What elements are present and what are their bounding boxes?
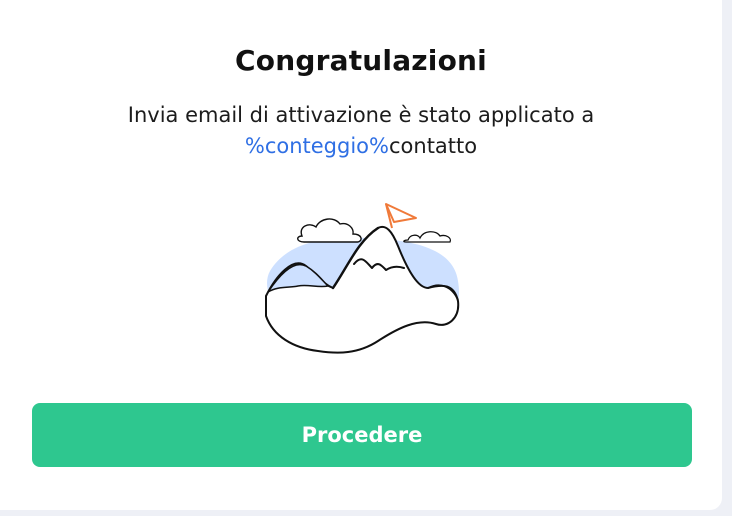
dialog-title: Congratulazioni: [235, 44, 487, 77]
success-dialog: Congratulazioni Invia email di attivazio…: [0, 0, 722, 510]
mountain-summit-illustration: [258, 196, 468, 366]
message-suffix: contatto: [388, 134, 478, 158]
message-prefix: Invia email di attivazione è stato appli…: [127, 103, 595, 127]
mountain-flag-icon: [265, 203, 460, 354]
proceed-button[interactable]: Procedere: [32, 403, 692, 467]
count-placeholder: %conteggio%: [244, 134, 389, 158]
dialog-message: Invia email di attivazione è stato appli…: [0, 100, 722, 162]
